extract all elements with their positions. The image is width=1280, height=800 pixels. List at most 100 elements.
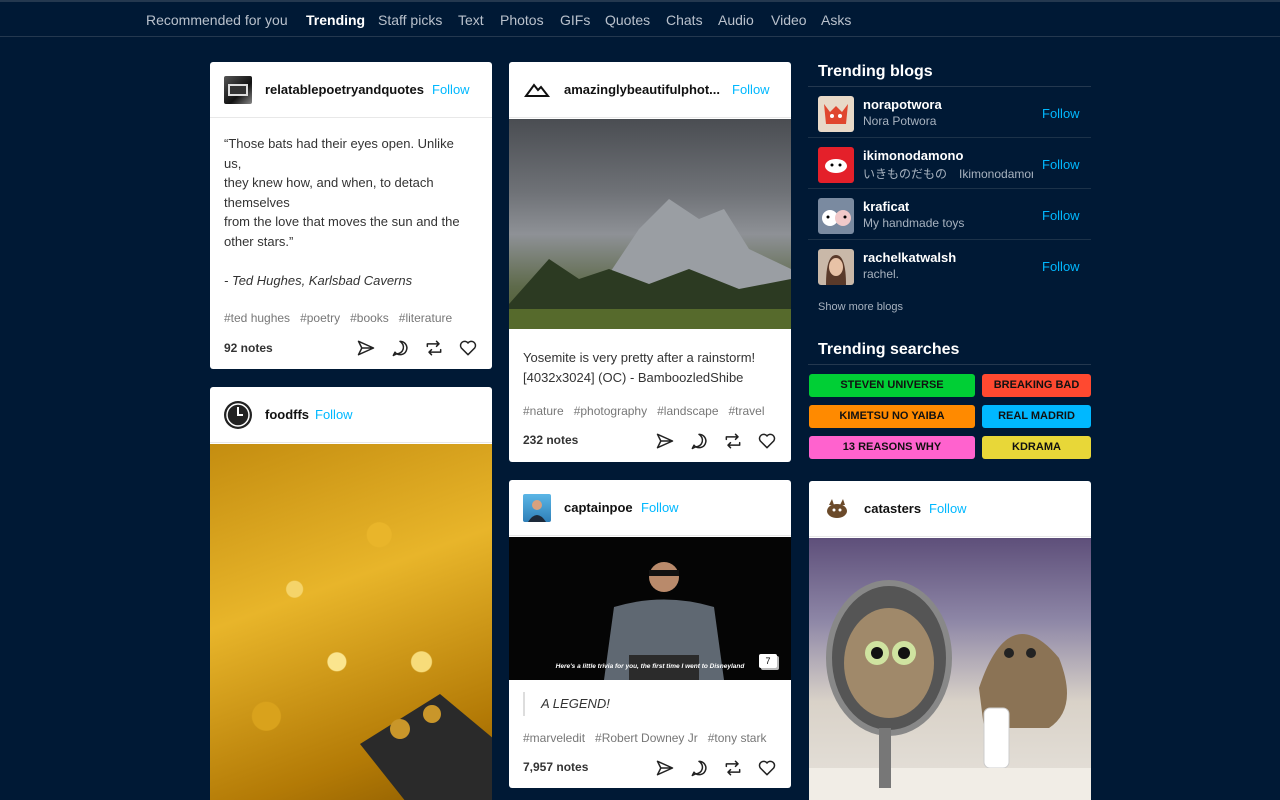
post-actions [655,431,777,451]
trending-blog-row[interactable]: norapotwora Nora Potwora Follow [808,88,1091,138]
quote-line: from the love that moves the sun and the [224,214,460,230]
post-card-catasters: catasters Follow [809,481,1091,800]
share-icon[interactable] [356,338,376,358]
post-actions [356,338,478,358]
tag[interactable]: #photography [574,404,647,418]
tag[interactable]: #Robert Downey Jr [595,731,698,745]
tag[interactable]: #literature [399,311,452,325]
blog-name[interactable]: catasters [864,501,921,516]
trending-blog-row[interactable]: kraficat My handmade toys Follow [808,190,1091,240]
trending-search-pill[interactable]: KDRAMA [982,436,1091,459]
trending-blogs-title: Trending blogs [818,63,933,80]
blog-subtitle: My handmade toys [863,216,965,230]
trending-search-pill[interactable]: KIMETSU NO YAIBA [809,405,975,428]
follow-button[interactable]: Follow [641,500,679,515]
tab-audio[interactable]: Audio [718,12,754,28]
tab-staff-picks[interactable]: Staff picks [378,12,442,28]
post-card-foodffs: foodffs Follow [210,387,492,800]
reblog-icon[interactable] [424,338,444,358]
tab-gifs[interactable]: GIFs [560,12,590,28]
share-icon[interactable] [655,431,675,451]
post-header: foodffs Follow [210,387,492,443]
cat-avatar-icon[interactable] [823,495,851,523]
blog-name[interactable]: norapotwora [863,97,942,112]
mountain-avatar-icon[interactable] [523,76,551,104]
notes-count[interactable]: 7,957 notes [523,760,588,774]
reply-icon[interactable] [689,758,709,778]
blog-avatar[interactable] [523,494,551,522]
follow-button[interactable]: Follow [432,82,470,97]
tab-trending[interactable]: Trending [306,12,365,28]
trending-search-pill[interactable]: REAL MADRID [982,405,1091,428]
like-icon[interactable] [757,431,777,451]
blog-subtitle: Nora Potwora [863,114,937,128]
tab-photos[interactable]: Photos [500,12,544,28]
post-header: catasters Follow [809,481,1091,537]
share-icon[interactable] [655,758,675,778]
post-photo-scrambled-tofu[interactable] [210,444,492,800]
follow-button[interactable]: Follow [1042,106,1080,121]
follow-button[interactable]: Follow [929,501,967,516]
blog-name[interactable]: relatablepoetryandquotes [265,82,424,97]
post-tags: #ted hughes #poetry #books #literature [224,311,484,325]
follow-button[interactable]: Follow [732,82,770,97]
quote-line: they knew how, and when, to detach [224,175,434,191]
follow-button[interactable]: Follow [315,407,353,422]
follow-button[interactable]: Follow [1042,208,1080,223]
tab-quotes[interactable]: Quotes [605,12,650,28]
quote-line: “Those bats had their eyes open. Unlike [224,136,454,151]
blog-name[interactable]: foodffs [265,407,309,422]
post-gif-rdj-podium[interactable]: Here's a little trivia for you, the firs… [509,537,791,680]
tab-text[interactable]: Text [458,12,484,28]
trending-search-pill[interactable]: 13 REASONS WHY [809,436,975,459]
tag[interactable]: #books [350,311,389,325]
notes-count[interactable]: 232 notes [523,433,578,447]
blog-avatar[interactable] [818,96,854,132]
post-tags: #marveledit #Robert Downey Jr #tony stark [523,731,783,745]
tag[interactable]: #tony stark [708,731,767,745]
tag[interactable]: #landscape [657,404,718,418]
trending-blog-row[interactable]: rachelkatwalsh rachel. Follow [808,241,1091,291]
tab-video[interactable]: Video [771,12,807,28]
reply-icon[interactable] [390,338,410,358]
post-photo-cat-mirror[interactable] [809,538,1091,800]
tab-asks[interactable]: Asks [821,12,851,28]
reblog-icon[interactable] [723,758,743,778]
blog-name[interactable]: rachelkatwalsh [863,250,956,265]
tag[interactable]: #nature [523,404,564,418]
notes-count[interactable]: 92 notes [224,341,273,355]
blog-avatar[interactable] [818,198,854,234]
trending-search-pill[interactable]: BREAKING BAD [982,374,1091,397]
blog-avatar[interactable] [818,249,854,285]
trending-blog-row[interactable]: ikimonodamono いきものだもの Ikimonodamono Foll… [808,139,1091,189]
tab-chats[interactable]: Chats [666,12,703,28]
show-more-blogs-link[interactable]: Show more blogs [818,301,903,313]
gif-count-badge[interactable]: 7 [759,654,777,668]
blog-avatar[interactable] [224,76,252,104]
post-tags: #nature #photography #landscape #travel [523,404,783,418]
blog-name[interactable]: captainpoe [564,500,633,515]
post-photo-yosemite[interactable] [509,119,791,329]
tag[interactable]: #marveledit [523,731,585,745]
follow-button[interactable]: Follow [1042,259,1080,274]
tag[interactable]: #poetry [300,311,340,325]
blog-avatar[interactable] [818,147,854,183]
tag[interactable]: #travel [729,404,765,418]
follow-button[interactable]: Follow [1042,157,1080,172]
reblog-icon[interactable] [723,431,743,451]
blog-subtitle: rachel. [863,267,900,281]
like-icon[interactable] [757,758,777,778]
reply-icon[interactable] [689,431,709,451]
blog-name[interactable]: ikimonodamono [863,148,963,163]
tag[interactable]: #ted hughes [224,311,290,325]
clock-avatar-icon[interactable] [224,401,252,429]
quote-line: us, [224,155,242,171]
trending-search-pill[interactable]: STEVEN UNIVERSE [809,374,975,397]
blog-name[interactable]: kraficat [863,199,909,214]
quote-text: “Those bats had their eyes open. Unlike … [224,134,474,291]
like-icon[interactable] [458,338,478,358]
tab-recommended[interactable]: Recommended for you [146,12,288,28]
post-header: amazinglybeautifulphot... Follow [509,62,791,118]
blog-name[interactable]: amazinglybeautifulphot... [564,82,720,97]
reblog-quote: A LEGEND! [541,696,610,711]
